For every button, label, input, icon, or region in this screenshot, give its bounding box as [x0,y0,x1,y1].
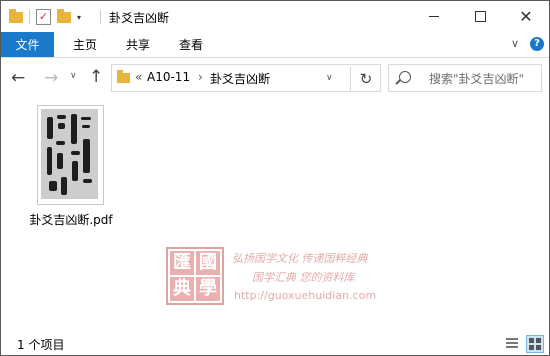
file-list-pane[interactable]: 卦爻吉凶断.pdf 匯 國 典 學 弘扬国学文化 传递国粹经典 国学汇典 您的资… [1,99,549,331]
item-count: 1 个项目 [17,338,65,352]
tab-share[interactable]: 共享 [126,32,150,57]
large-icons-view-icon[interactable] [526,335,544,353]
close-icon: ✕ [519,6,533,26]
close-button[interactable]: ✕ [503,1,549,32]
maximize-button[interactable] [457,1,503,32]
folder-icon[interactable] [9,8,23,23]
title-bar[interactable]: ✓ ▾ 卦爻吉凶断 ✕ [1,1,549,32]
refresh-button[interactable]: ↻ [350,67,381,91]
customize-toolbar-icon[interactable]: ▾ [77,13,81,22]
pdf-thumbnail [37,105,104,205]
address-dropdown-icon[interactable]: ∨ [326,73,333,83]
expand-ribbon-icon[interactable]: ∨ [511,37,519,50]
properties-icon[interactable]: ✓ [36,9,51,25]
status-bar: 1 个项目 [1,331,549,355]
watermark-url: http://guoxuehuidian.com [234,289,377,302]
tab-view[interactable]: 查看 [179,32,203,57]
watermark-tagline: 国学汇典 您的资料库 [252,271,355,284]
file-name: 卦爻吉凶断.pdf [29,213,113,227]
back-arrow-icon[interactable]: ← [11,68,25,88]
watermark-seal: 匯 國 典 學 [166,247,224,305]
navigation-bar: ← → ∨ ↑ « A10-11 › 卦爻吉凶断 ∨ ↻ 搜索"卦爻吉凶断" [1,58,549,98]
tab-home[interactable]: 主页 [73,32,97,57]
quick-access-toolbar: ✓ ▾ [9,8,81,26]
title-divider [100,10,101,24]
breadcrumb-overflow-icon[interactable]: « [135,70,142,84]
breadcrumb-a10-11[interactable]: A10-11 [147,70,190,84]
watermark-slogan: 弘扬国学文化 传递国粹经典 [232,252,368,265]
toolbar-divider [29,10,30,24]
recent-locations-chevron-icon[interactable]: ∨ [70,71,77,81]
search-placeholder: 搜索"卦爻吉凶断" [429,72,525,86]
watermark: 匯 國 典 學 弘扬国学文化 传递国粹经典 国学汇典 您的资料库 http://… [166,247,396,309]
maximize-icon [474,11,486,22]
seal-char: 學 [196,277,220,301]
thumbnail-preview [41,109,98,199]
search-icon [399,71,411,83]
help-icon[interactable]: ? [530,37,544,51]
refresh-icon: ↻ [359,70,373,88]
ribbon-tabs: 文件 主页 共享 查看 ∨ ? [1,32,549,58]
tab-file[interactable]: 文件 [1,32,54,57]
breadcrumb-current-folder[interactable]: 卦爻吉凶断 [210,70,270,87]
details-view-icon[interactable] [503,335,521,353]
window-title: 卦爻吉凶断 [109,11,170,25]
address-bar[interactable]: « A10-11 › 卦爻吉凶断 ∨ ↻ [111,64,381,92]
search-input[interactable]: 搜索"卦爻吉凶断" [388,64,542,92]
file-item-pdf[interactable]: 卦爻吉凶断.pdf [23,105,119,227]
folder-icon [117,70,130,83]
seal-char: 典 [170,277,194,301]
seal-char: 匯 [170,251,194,275]
minimize-button[interactable] [411,1,457,32]
up-arrow-icon[interactable]: ↑ [89,67,103,87]
forward-arrow-icon[interactable]: → [44,68,58,88]
explorer-window: ✓ ▾ 卦爻吉凶断 ✕ 文件 主页 共享 查看 ∨ ? ← → ∨ ↑ « A1… [0,0,550,356]
breadcrumb-separator-icon[interactable]: › [198,70,203,84]
minimize-icon [429,16,439,17]
new-folder-icon[interactable] [57,8,71,23]
seal-char: 國 [196,251,220,275]
